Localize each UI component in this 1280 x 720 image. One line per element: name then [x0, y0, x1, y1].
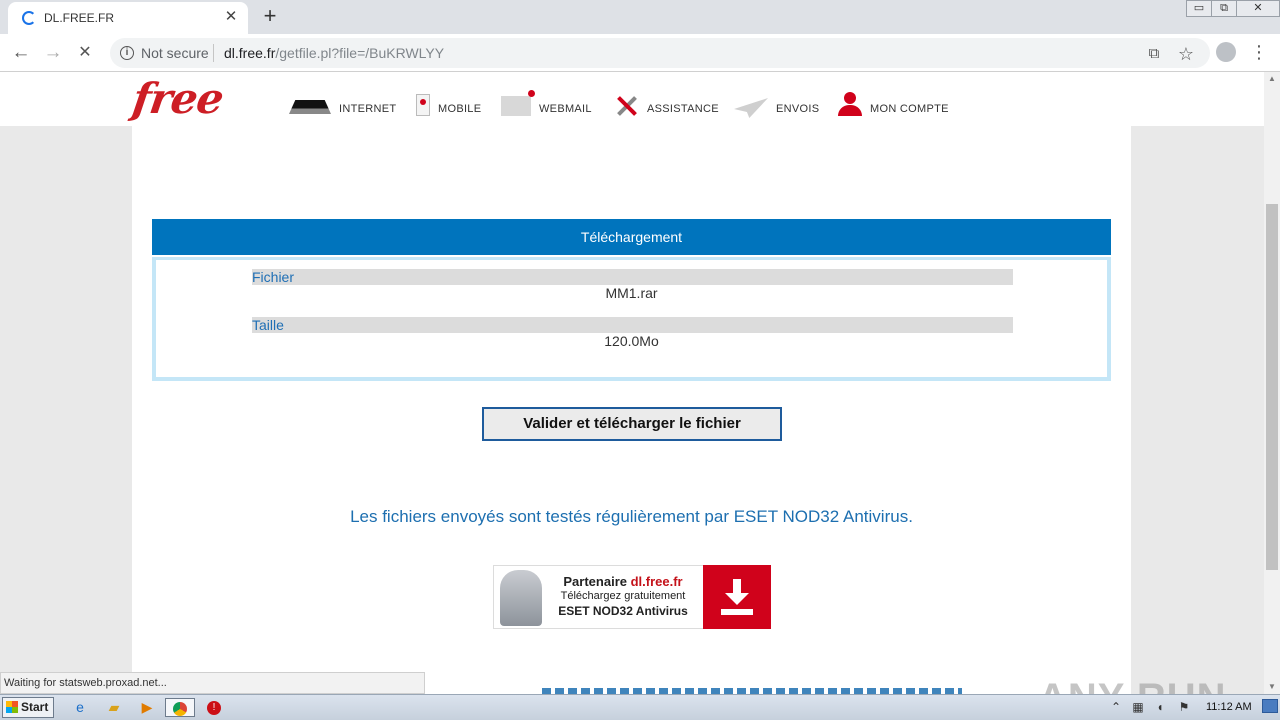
nav-envois[interactable]: ENVOIS [734, 88, 819, 118]
paper-plane-icon [734, 98, 768, 118]
page-scrollbar[interactable]: ▲ ▼ [1264, 72, 1280, 694]
window-close-button[interactable]: ✕ [1236, 0, 1280, 17]
url-host: dl.free.fr [224, 45, 276, 61]
site-header: free INTERNET MOBILE WEBMAIL ASSISTANCE … [0, 72, 1264, 126]
divider [213, 44, 214, 62]
nav-label: ASSISTANCE [647, 103, 719, 115]
scrollbar-thumb[interactable] [1266, 204, 1278, 570]
forward-button[interactable]: → [40, 40, 66, 66]
translate-icon[interactable]: ⧉ [1144, 44, 1164, 64]
download-file-button[interactable]: Valider et télécharger le fichier [482, 407, 782, 441]
windows-logo-icon [6, 701, 18, 713]
url-text[interactable]: dl.free.fr/getfile.pl?file=/BuKRWLYY [224, 45, 444, 61]
opera-icon[interactable]: ! [204, 698, 224, 717]
download-details: Fichier MM1.rar Taille 120.0Mo [152, 257, 1111, 381]
nav-assistance[interactable]: ASSISTANCE [615, 88, 719, 118]
download-panel: Téléchargement Fichier MM1.rar Taille 12… [152, 219, 1111, 381]
banner-text: Partenaire dl.free.fr Téléchargez gratui… [546, 574, 700, 619]
stop-loading-button[interactable]: ✕ [72, 40, 98, 66]
nav-webmail[interactable]: WEBMAIL [501, 88, 592, 118]
banner-host: dl.free.fr [630, 574, 683, 589]
freebox-icon [289, 100, 331, 114]
ie-icon[interactable]: e [70, 698, 90, 717]
banner-title: Partenaire dl.free.fr [546, 574, 700, 589]
tools-icon [615, 94, 639, 118]
status-bar: Waiting for statsweb.proxad.net... [0, 672, 425, 694]
nav-label: MON COMPTE [870, 103, 949, 115]
show-desktop-button[interactable] [1262, 699, 1278, 713]
eset-robot-image [500, 570, 542, 626]
free-logo[interactable]: free [130, 74, 227, 123]
file-name: MM1.rar [605, 285, 658, 301]
nav-label: ENVOIS [776, 103, 820, 115]
banner-line-2: Téléchargez gratuitement [560, 590, 686, 602]
anyrun-watermark: ANY RUN [1038, 676, 1227, 694]
scroll-down-icon[interactable]: ▼ [1264, 680, 1280, 694]
chrome-icon[interactable] [165, 698, 195, 717]
address-bar[interactable]: i Not secure dl.free.fr/getfile.pl?file=… [110, 38, 1210, 68]
taskbar: Start e ▰ ▶ ! ⌃ ▦ ◖ ⚑ 11:12 AM [0, 694, 1280, 720]
scroll-up-icon[interactable]: ▲ [1264, 72, 1280, 86]
start-label: Start [21, 700, 49, 714]
back-button[interactable]: ← [8, 40, 34, 66]
browser-tab[interactable]: DL.FREE.FR ✕ [8, 2, 248, 34]
not-secure-label[interactable]: Not secure [141, 45, 209, 61]
nav-mobile[interactable]: MOBILE [416, 88, 481, 118]
main-content: Téléchargement Fichier MM1.rar Taille 12… [132, 126, 1131, 694]
minimize-button[interactable]: ▭ [1186, 0, 1212, 17]
page-viewport: free INTERNET MOBILE WEBMAIL ASSISTANCE … [0, 72, 1264, 694]
tab-close-button[interactable]: ✕ [222, 8, 240, 26]
clock[interactable]: 11:12 AM [1206, 701, 1252, 713]
nav-label: MOBILE [438, 103, 482, 115]
file-label: Fichier [252, 269, 1013, 285]
download-arrow-icon[interactable] [703, 565, 771, 629]
nav-label: WEBMAIL [539, 103, 592, 115]
mobile-icon [416, 94, 430, 116]
volume-icon[interactable]: ◖ [1152, 699, 1168, 715]
browser-toolbar: ← → ✕ i Not secure dl.free.fr/getfile.pl… [0, 34, 1280, 72]
download-heading: Téléchargement [152, 219, 1111, 255]
banner-title-prefix: Partenaire [563, 574, 631, 589]
info-icon[interactable]: i [120, 46, 134, 60]
eset-partner-banner[interactable]: Partenaire dl.free.fr Téléchargez gratui… [493, 565, 771, 629]
url-path: /getfile.pl?file=/BuKRWLYY [275, 45, 445, 61]
bookmark-star-icon[interactable]: ☆ [1176, 44, 1196, 64]
nav-mon-compte[interactable]: MON COMPTE [838, 88, 949, 118]
window-controls: ▭ ⧉ ✕ [1186, 0, 1280, 18]
folder-icon[interactable]: ▰ [104, 698, 124, 717]
network-icon[interactable]: ▦ [1130, 699, 1146, 715]
restore-button[interactable]: ⧉ [1211, 0, 1237, 17]
action-center-flag-icon[interactable]: ⚑ [1176, 699, 1192, 715]
size-label: Taille [252, 317, 1013, 333]
user-icon [838, 92, 862, 118]
antivirus-note: Les fichiers envoyés sont testés réguliè… [350, 507, 913, 526]
profile-avatar[interactable] [1216, 42, 1236, 62]
start-button[interactable]: Start [2, 697, 54, 718]
new-tab-button[interactable]: + [258, 4, 282, 28]
browser-menu-icon[interactable]: ⋮ [1250, 40, 1268, 64]
loading-spinner-icon [22, 11, 36, 25]
file-size: 120.0Mo [604, 333, 659, 349]
mail-icon [501, 90, 535, 116]
nav-label: INTERNET [339, 103, 397, 115]
media-player-icon[interactable]: ▶ [137, 698, 157, 717]
banner-line-3: ESET NOD32 Antivirus [558, 604, 688, 618]
tray-expand-icon[interactable]: ⌃ [1108, 699, 1124, 715]
tab-strip: DL.FREE.FR ✕ + ▭ ⧉ ✕ [0, 0, 1280, 34]
tab-title: DL.FREE.FR [44, 11, 115, 25]
nav-internet[interactable]: INTERNET [289, 88, 396, 118]
